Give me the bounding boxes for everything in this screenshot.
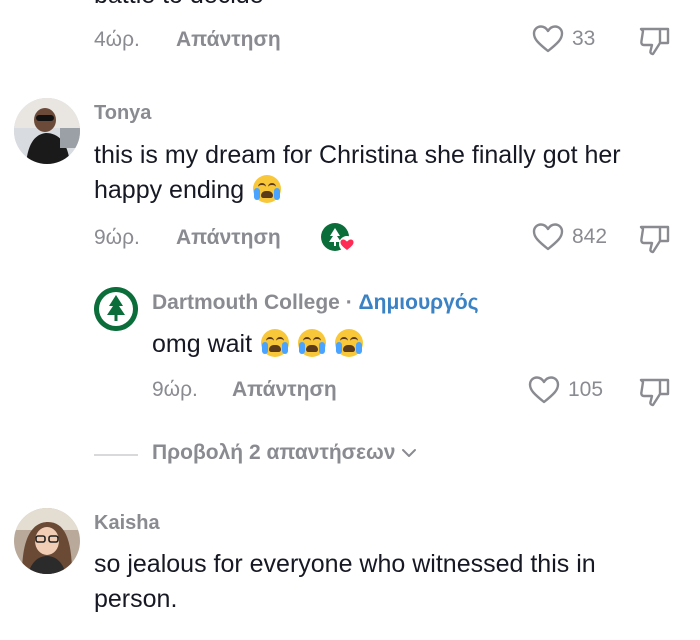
like-count: 842: [572, 225, 608, 248]
avatar[interactable]: [14, 98, 80, 164]
crying-face-emoji: [261, 329, 289, 357]
heart-icon: [528, 375, 560, 405]
like-count: 105: [568, 378, 604, 401]
username[interactable]: Kaisha: [94, 512, 160, 535]
comment-time: 4ώρ.: [94, 28, 140, 51]
dislike-button[interactable]: [638, 223, 672, 255]
like-button[interactable]: 33: [532, 24, 595, 54]
comment-text: this is my dream for Christina she final…: [94, 141, 621, 204]
comment-text: so jealous for everyone who witnessed th…: [94, 550, 596, 613]
dislike-button[interactable]: [638, 25, 672, 57]
comment-text-partial: battle to decide: [94, 0, 264, 13]
reply-button[interactable]: Απάντηση: [176, 28, 281, 52]
view-replies-label: Προβολή 2 απαντήσεων: [152, 441, 396, 464]
crying-face-emoji: [334, 329, 363, 357]
reply-time: 9ώρ.: [152, 378, 198, 401]
creator-badge: Δημιουργός: [358, 291, 479, 314]
crying-face-emoji: [253, 175, 282, 203]
reply-text: omg wait: [152, 327, 363, 362]
crying-face-emoji: [297, 329, 326, 357]
heart-icon: [532, 222, 564, 252]
username[interactable]: Dartmouth College: [152, 291, 340, 314]
like-button[interactable]: 105: [528, 375, 603, 405]
view-replies-button[interactable]: Προβολή 2 απαντήσεων: [152, 441, 417, 465]
heart-icon: [532, 24, 564, 54]
like-button[interactable]: 842: [532, 222, 607, 252]
comment-time: 9ώρ.: [94, 226, 140, 249]
like-count: 33: [572, 27, 596, 50]
dislike-button[interactable]: [638, 376, 672, 408]
separator: ·: [345, 291, 353, 314]
creator-avatar[interactable]: [94, 287, 138, 331]
username[interactable]: Tonya: [94, 102, 151, 125]
creator-liked-badge: [320, 222, 356, 254]
thumbs-down-icon: [638, 25, 672, 57]
chevron-down-icon: [401, 441, 417, 465]
thumbs-down-icon: [638, 376, 672, 408]
avatar[interactable]: [14, 508, 80, 574]
reply-header: Dartmouth College · Δημιουργός: [152, 291, 479, 315]
reply-button[interactable]: Απάντηση: [176, 226, 281, 250]
thumbs-down-icon: [638, 223, 672, 255]
view-replies-divider: [94, 454, 138, 456]
reply-button[interactable]: Απάντηση: [232, 378, 337, 402]
